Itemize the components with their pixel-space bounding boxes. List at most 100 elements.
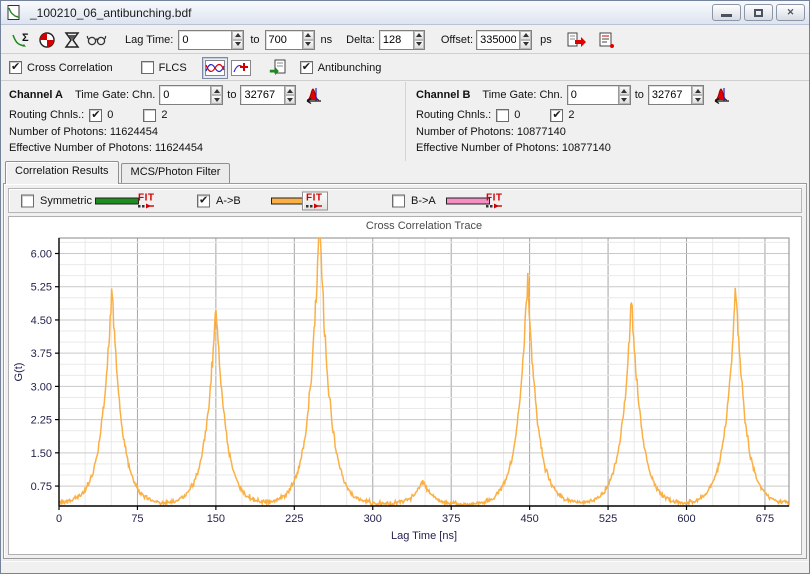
channel-b-gate-from-spinner	[567, 85, 631, 105]
channel-a-routing-0-checkbox[interactable]	[89, 109, 102, 122]
channel-b-routing-2-checkbox[interactable]	[550, 109, 563, 122]
channel-a-gate-to-down[interactable]	[285, 95, 296, 104]
channel-b-title: Channel B	[416, 89, 470, 101]
cross-correlation-chart[interactable]: Cross Correlation Trace0.751.502.253.003…	[8, 216, 802, 555]
channel-b-routing-0[interactable]: 0	[496, 109, 520, 122]
delta-down-button[interactable]	[414, 40, 424, 49]
ba-fit-button[interactable]: FIT	[486, 193, 504, 208]
ba-checkbox[interactable]	[392, 194, 405, 207]
symmetric-color-swatch	[95, 197, 139, 204]
channel-b-routing-0-checkbox[interactable]	[496, 109, 509, 122]
ns-unit-label: ns	[321, 34, 333, 46]
lag-from-input[interactable]	[179, 31, 231, 49]
symmetric-fit-button[interactable]: FIT	[138, 193, 156, 208]
antibunching-option[interactable]: Antibunching	[300, 61, 382, 74]
channel-b-gate-to-input[interactable]	[649, 86, 691, 104]
main-toolbar: Σ Lag Time:	[1, 26, 809, 54]
y-axis-label: G(t)	[13, 363, 25, 382]
channel-b-routing-2[interactable]: 2	[550, 109, 574, 122]
correlation-results-panel: Symmetric FIT A->B FIT B->A FIT Cros	[3, 183, 807, 559]
ps-unit-label: ps	[540, 34, 552, 46]
offset-spinner	[476, 30, 532, 50]
y-tick-label: 3.00	[31, 381, 52, 393]
ba-label: B->A	[411, 195, 436, 207]
channel-a-gate-to-up[interactable]	[285, 86, 296, 95]
antibunching-label: Antibunching	[318, 62, 382, 74]
application-window: _100210_06_antibunching.bdf ✕ Σ	[0, 0, 810, 574]
y-tick-label: 6.00	[31, 249, 52, 261]
status-bar	[1, 560, 809, 573]
time-clock-icon[interactable]	[36, 30, 58, 50]
bdf-file-icon	[6, 5, 22, 21]
delta-up-button[interactable]	[414, 31, 424, 40]
ab-checkbox[interactable]	[197, 194, 210, 207]
correlation-options-toolbar: Cross Correlation FLCS	[1, 55, 809, 81]
report-icon[interactable]	[596, 30, 618, 50]
delta-input[interactable]	[380, 31, 413, 49]
flcs-curves-button[interactable]	[202, 57, 228, 79]
cross-correlation-option[interactable]: Cross Correlation	[9, 61, 113, 74]
copy-results-icon[interactable]	[267, 58, 289, 78]
results-tabbar: Correlation ResultsMCS/Photon Filter	[1, 161, 809, 184]
channel-settings: Channel A Time Gate: Chn. to	[1, 82, 809, 161]
offset-label: Offset:	[441, 34, 473, 46]
channel-b-panel: Channel B Time Gate: Chn. to	[405, 82, 809, 161]
flcs-fit-button[interactable]	[228, 57, 254, 79]
lag-to-down-button[interactable]	[303, 40, 313, 49]
lag-to-up-button[interactable]	[303, 31, 313, 40]
flcs-checkbox[interactable]	[141, 61, 154, 74]
ab-fit-button[interactable]: FIT	[302, 191, 328, 210]
channel-a-routing-0[interactable]: 0	[89, 109, 113, 122]
lag-from-spinner	[178, 30, 244, 50]
channel-b-gate-to-spinner	[648, 85, 704, 105]
channel-b-gate-from-input[interactable]	[568, 86, 618, 104]
channel-a-timegate-icon[interactable]	[302, 85, 324, 105]
fit-arrow-icon	[306, 203, 324, 208]
channel-b-gate-to-down[interactable]	[692, 95, 703, 104]
chart-svg[interactable]: Cross Correlation Trace0.751.502.253.003…	[9, 217, 803, 553]
channel-a-gate-to-input[interactable]	[241, 86, 283, 104]
offset-down-button[interactable]	[520, 40, 531, 49]
x-tick-label: 300	[364, 513, 382, 525]
lag-from-up-button[interactable]	[232, 31, 243, 40]
titlebar[interactable]: _100210_06_antibunching.bdf ✕	[1, 1, 809, 25]
channel-a-gate-from-up[interactable]	[211, 86, 222, 95]
correlate-icon[interactable]: Σ	[11, 30, 33, 50]
channel-a-routing-2[interactable]: 2	[143, 109, 167, 122]
channel-a-gate-from-down[interactable]	[211, 95, 222, 104]
window-title: _100210_06_antibunching.bdf	[30, 6, 191, 20]
lag-to-input[interactable]	[266, 31, 303, 49]
delta-spinner	[379, 30, 425, 50]
offset-input[interactable]	[477, 31, 519, 49]
export-arrow-icon[interactable]	[566, 30, 588, 50]
channel-b-timegate-icon[interactable]	[710, 85, 732, 105]
ab-label: A->B	[216, 195, 241, 207]
hourglass-icon[interactable]	[61, 30, 83, 50]
tab-correlation-results[interactable]: Correlation Results	[5, 161, 119, 184]
x-axis-label: Lag Time [ns]	[391, 530, 457, 542]
channel-a-routing-2-checkbox[interactable]	[143, 109, 156, 122]
offset-up-button[interactable]	[520, 31, 531, 40]
y-tick-label: 1.50	[31, 448, 52, 460]
channel-a-routing-0-label: 0	[107, 109, 113, 121]
cross-correlation-checkbox[interactable]	[9, 61, 22, 74]
channel-a-panel: Channel A Time Gate: Chn. to	[1, 82, 405, 161]
channel-a-effective-photons: Effective Number of Photons: 11624454	[9, 140, 405, 156]
symmetric-checkbox[interactable]	[21, 194, 34, 207]
view-glasses-icon[interactable]	[86, 30, 108, 50]
minimize-button[interactable]	[712, 4, 741, 21]
ab-fit-label: FIT	[306, 193, 323, 203]
channel-a-gate-from-input[interactable]	[160, 86, 210, 104]
close-button[interactable]: ✕	[776, 4, 805, 21]
channel-a-title: Channel A	[9, 89, 63, 101]
restore-button[interactable]	[744, 4, 773, 21]
tab-mcs-photon-filter[interactable]: MCS/Photon Filter	[121, 163, 231, 184]
x-tick-label: 225	[285, 513, 303, 525]
flcs-option[interactable]: FLCS	[141, 61, 187, 74]
lag-to-label: to	[250, 34, 259, 46]
channel-b-gate-from-up[interactable]	[619, 86, 630, 95]
channel-b-gate-from-down[interactable]	[619, 95, 630, 104]
channel-b-gate-to-up[interactable]	[692, 86, 703, 95]
antibunching-checkbox[interactable]	[300, 61, 313, 74]
lag-from-down-button[interactable]	[232, 40, 243, 49]
